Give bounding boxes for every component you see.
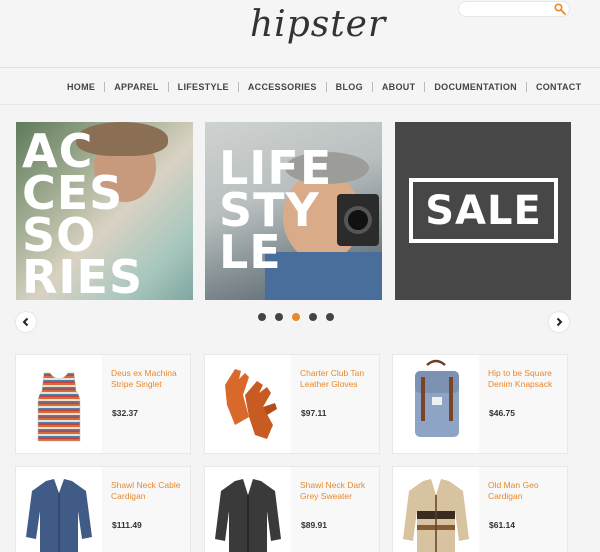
chevron-right-icon [556,317,563,327]
product-price: $111.49 [112,520,142,530]
slider-pagination [258,313,334,321]
nav-documentation[interactable]: DOCUMENTATION [424,82,526,92]
camera-icon [337,194,379,246]
geo-cardigan-icon [403,479,469,552]
product-info: Old Man Geo Cardigan $61.14 [479,467,567,552]
nav-about[interactable]: ABOUT [371,82,425,92]
slider-dot-4[interactable] [309,313,317,321]
product-image[interactable] [205,355,291,453]
search-input[interactable] [465,3,549,15]
leather-gloves-icon [225,369,277,439]
nav-contact[interactable]: CONTACT [525,82,590,92]
slider-prev-button[interactable] [16,312,36,332]
product-price: $46.75 [489,408,515,418]
product-image[interactable] [16,467,102,552]
sale-frame: SALE [409,178,558,243]
banner-title-line: RIES [22,250,144,300]
banner-sale[interactable]: SALE [395,122,571,300]
product-card[interactable]: Hip to be Square Denim Knapsack $46.75 [392,354,568,454]
product-price: $61.14 [489,520,515,530]
site-logo[interactable]: hipster [250,4,386,45]
product-image[interactable] [205,467,291,552]
product-price: $97.11 [301,408,327,418]
search-box [458,1,570,17]
banner-title: AC CES SO RIES [22,128,144,300]
product-info: Shawl Neck Dark Grey Sweater $89.91 [291,467,379,552]
navy-cardigan-icon [26,479,92,552]
banner-lifestyle[interactable]: LIFE STY LE [205,122,382,300]
nav-lifestyle[interactable]: LIFESTYLE [167,82,238,92]
slider-next-button[interactable] [549,312,569,332]
product-info: Deus ex Machina Stripe Singlet $32.37 [102,355,190,453]
product-info: Shawl Neck Cable Cardigan $111.49 [102,467,190,552]
slider-dot-1[interactable] [258,313,266,321]
striped-tank-top-icon [37,372,81,442]
denim-backpack-icon [415,359,459,437]
product-card[interactable]: Shawl Neck Cable Cardigan $111.49 [15,466,191,552]
chevron-left-icon [22,317,29,327]
banner-title-line: LE [219,225,282,279]
main-navigation: HOME APPAREL LIFESTYLE ACCESSORIES BLOG … [0,69,600,105]
slider-dot-2[interactable] [275,313,283,321]
product-info: Hip to be Square Denim Knapsack $46.75 [479,355,567,453]
product-name[interactable]: Old Man Geo Cardigan [488,480,558,502]
slider-dot-3[interactable] [292,313,300,321]
product-image[interactable] [393,467,479,552]
sale-label: SALE [425,187,542,234]
product-card[interactable]: Deus ex Machina Stripe Singlet $32.37 [15,354,191,454]
dark-grey-sweater-icon [215,479,281,552]
product-price: $89.91 [301,520,327,530]
nav-accessories[interactable]: ACCESSORIES [237,82,326,92]
nav-home[interactable]: HOME [58,82,104,92]
slider-dot-5[interactable] [326,313,334,321]
banner-title: LIFE STY LE [219,145,332,279]
nav-blog[interactable]: BLOG [325,82,372,92]
product-image[interactable] [393,355,479,453]
product-price: $32.37 [112,408,138,418]
product-card[interactable]: Charter Club Tan Leather Gloves $97.11 [204,354,380,454]
product-name[interactable]: Deus ex Machina Stripe Singlet [111,368,181,390]
product-name[interactable]: Shawl Neck Dark Grey Sweater [300,480,370,502]
product-name[interactable]: Shawl Neck Cable Cardigan [111,480,181,502]
banner-accessories[interactable]: AC CES SO RIES [16,122,193,300]
nav-apparel[interactable]: APPAREL [104,82,167,92]
search-icon[interactable] [554,3,566,15]
product-name[interactable]: Charter Club Tan Leather Gloves [300,368,370,390]
product-name[interactable]: Hip to be Square Denim Knapsack [488,368,558,390]
product-image[interactable] [16,355,102,453]
product-card[interactable]: Old Man Geo Cardigan $61.14 [392,466,568,552]
site-header: hipster [0,0,600,68]
product-info: Charter Club Tan Leather Gloves $97.11 [291,355,379,453]
product-card[interactable]: Shawl Neck Dark Grey Sweater $89.91 [204,466,380,552]
